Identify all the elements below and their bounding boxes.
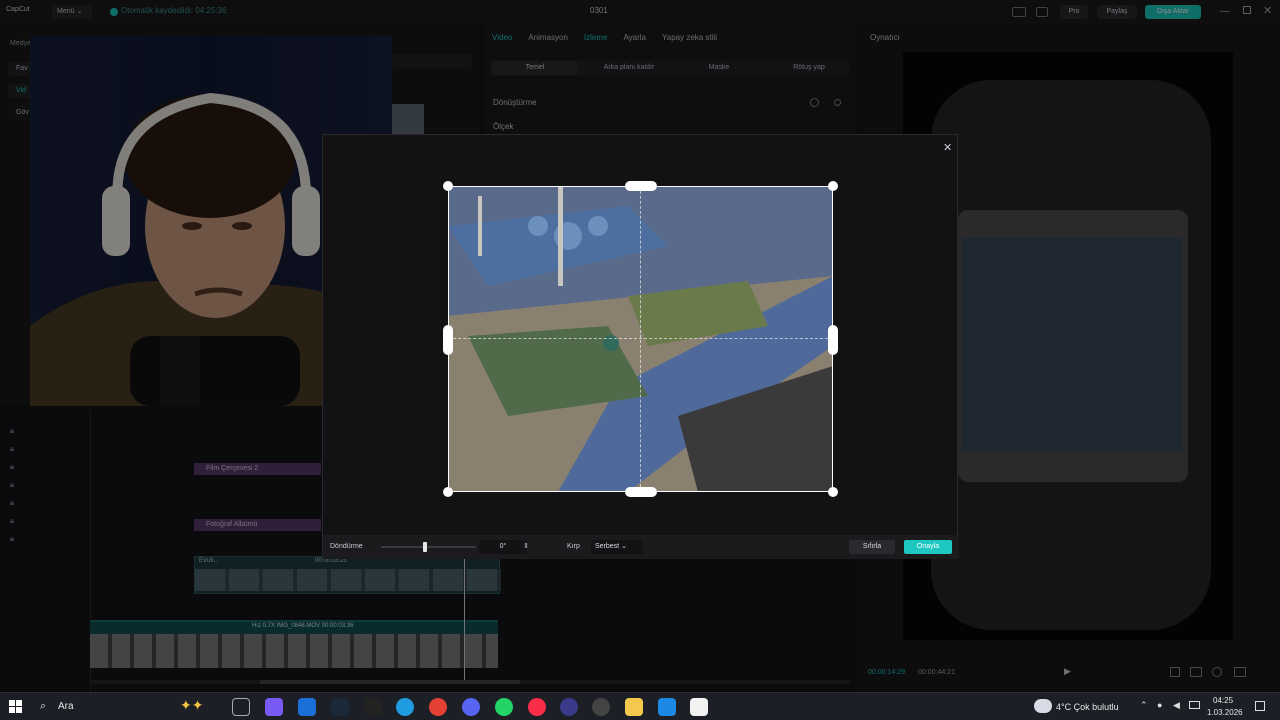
notifications-icon[interactable] [1255, 701, 1265, 711]
crop-dialog: ✕ Döndürme 0° ⇕ Kırp Serbest ⌄ Sıfırla O… [322, 134, 959, 559]
outlook-icon[interactable] [298, 698, 316, 716]
crop-image[interactable] [448, 186, 833, 492]
crop-handle-top[interactable] [625, 181, 657, 191]
weather-cloud-icon [1034, 699, 1052, 713]
file-explorer-icon[interactable] [625, 698, 643, 716]
crop-handle-left[interactable] [443, 325, 453, 355]
microphone-icon[interactable]: ● [1157, 700, 1162, 710]
clock-time[interactable]: 04:25 [1213, 696, 1233, 705]
rotation-slider[interactable] [381, 542, 476, 552]
crop-mode-select[interactable]: Serbest ⌄ [591, 540, 643, 554]
rotation-value-input[interactable]: 0° [479, 540, 527, 554]
crop-handle-top-right[interactable] [828, 181, 838, 191]
copilot-icon[interactable] [265, 698, 283, 716]
crop-frame [448, 186, 833, 492]
taskbar-search[interactable]: Ara [58, 701, 74, 712]
music-icon[interactable] [528, 698, 546, 716]
github-icon[interactable] [592, 698, 610, 716]
photos-icon[interactable] [658, 698, 676, 716]
crop-mode-value: Serbest [595, 543, 620, 550]
chevron-down-icon: ⌄ [621, 543, 627, 550]
crop-label: Kırp [567, 543, 580, 550]
capcut-icon[interactable] [690, 698, 708, 716]
app-icon[interactable] [560, 698, 578, 716]
edge-icon[interactable] [396, 698, 414, 716]
rotation-slider-thumb[interactable] [423, 542, 427, 552]
task-view-icon[interactable] [232, 698, 250, 716]
discord-icon[interactable] [462, 698, 480, 716]
rotation-stepper-icon[interactable]: ⇕ [523, 540, 529, 554]
rotation-label: Döndürme [330, 543, 363, 550]
confirm-button[interactable]: Onayla [904, 540, 952, 554]
whatsapp-icon[interactable] [495, 698, 513, 716]
crop-controls-bar: Döndürme 0° ⇕ Kırp Serbest ⌄ Sıfırla Ona… [323, 535, 959, 559]
reset-button[interactable]: Sıfırla [849, 540, 895, 554]
volume-icon[interactable]: ◀ [1173, 700, 1180, 711]
network-icon[interactable] [1189, 701, 1200, 709]
windows-start-icon[interactable] [9, 700, 22, 713]
steam-icon[interactable] [331, 698, 349, 716]
copilot-sparkle-icon[interactable]: ✦✦ [180, 697, 218, 717]
crop-handle-bottom[interactable] [625, 487, 657, 497]
taskbar: ⌕ Ara ✦✦ 4°C Çok bulutlu ⌃ ● ◀ 04:25 1.0… [0, 692, 1280, 720]
chrome-icon[interactable] [429, 698, 447, 716]
epic-games-icon[interactable] [364, 698, 382, 716]
tray-chevron-icon[interactable]: ⌃ [1140, 700, 1148, 711]
weather-text[interactable]: 4°C Çok bulutlu [1056, 702, 1119, 712]
clock-date[interactable]: 1.03.2026 [1207, 708, 1243, 717]
crop-handle-top-left[interactable] [443, 181, 453, 191]
close-icon[interactable]: ✕ [943, 141, 952, 154]
search-icon: ⌕ [40, 700, 47, 712]
crop-handle-right[interactable] [828, 325, 838, 355]
crop-handle-bottom-left[interactable] [443, 487, 453, 497]
crop-handle-bottom-right[interactable] [828, 487, 838, 497]
